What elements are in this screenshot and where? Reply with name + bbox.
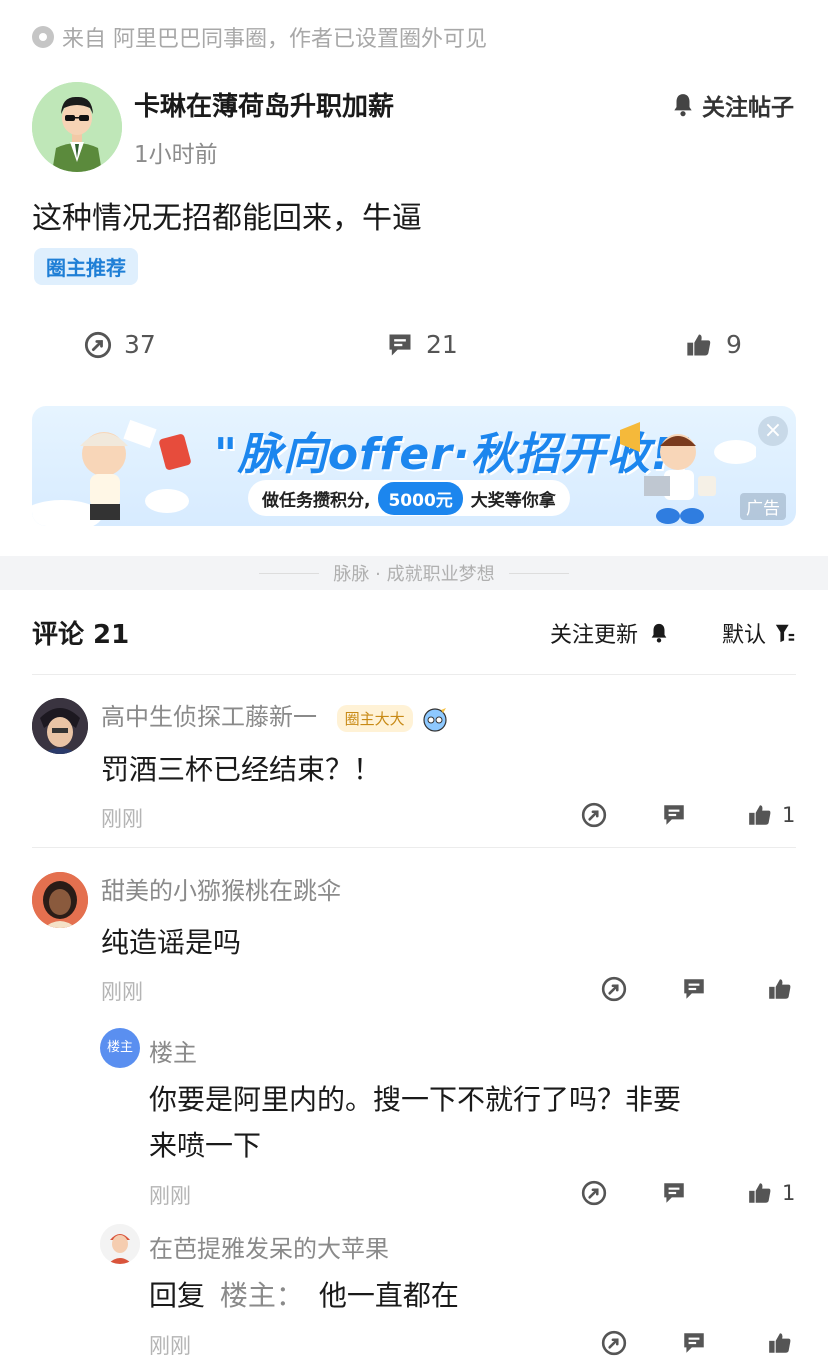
ad-close-button[interactable]: × [758, 416, 788, 446]
ad-subtitle-prefix: 做任务攒积分, [262, 490, 371, 511]
reply-prefix: 回复 [149, 1279, 206, 1312]
like-stat[interactable]: 9 [684, 330, 742, 359]
filter-icon [775, 624, 795, 643]
ad-boy-illustration [620, 422, 756, 524]
thumbs-up-icon[interactable] [766, 976, 794, 1002]
reply-text-line1: 你要是阿里内的。搜一下不就行了吗？非要 [149, 1083, 682, 1116]
comment-time: 刚刚 [101, 980, 143, 1004]
reply-text: 回复 楼主： 他一直都在 [149, 1274, 459, 1314]
reply-time: 刚刚 [149, 1334, 191, 1358]
sort-dropdown[interactable]: 默认 [722, 617, 796, 649]
comment-text: 罚酒三杯已经结束？！ [101, 753, 382, 786]
cartoon-badge-icon [423, 705, 447, 732]
comment-author[interactable]: 高中生侦探工藤新一 圈主大大 [101, 697, 450, 733]
ad-label: 广告 [740, 493, 786, 520]
comment-author-name: 高中生侦探工藤新一 [101, 703, 317, 731]
circle-source-icon [32, 26, 54, 48]
comment-icon[interactable] [661, 802, 687, 828]
comment-count: 21 [426, 330, 458, 359]
share-count: 37 [124, 330, 156, 359]
share-stat[interactable]: 37 [84, 330, 156, 359]
reply-text-line2: 来喷一下 [149, 1129, 262, 1162]
owner-avatar[interactable]: 楼主 [100, 1028, 140, 1068]
reply-author-name[interactable]: 在芭提雅发呆的大苹果 [149, 1229, 389, 1264]
reply-to-user[interactable]: 楼主： [220, 1279, 304, 1312]
comment-divider [32, 847, 796, 848]
thumbs-up-icon [687, 334, 711, 355]
reply-avatar[interactable] [100, 1224, 140, 1264]
comment-avatar[interactable] [32, 872, 88, 928]
comments-title: 评论 21 [32, 620, 130, 650]
source-text: 来自 阿里巴巴同事圈，作者已设置圈外可见 [62, 27, 487, 52]
reply-author-name[interactable]: 楼主 [149, 1033, 197, 1068]
source-line: 来自 阿里巴巴同事圈，作者已设置圈外可见 [32, 22, 487, 52]
author-avatar[interactable] [32, 82, 122, 172]
sort-label: 默认 [722, 623, 767, 648]
bell-icon [651, 623, 667, 643]
comment-avatar[interactable] [32, 698, 88, 754]
ad-subtitle-money: 5000元 [378, 481, 463, 515]
ad-girl-illustration [32, 419, 191, 526]
divider-line-left [259, 572, 320, 574]
share-icon[interactable] [601, 976, 627, 1002]
follow-post-label: 关注帖子 [702, 95, 794, 121]
ad-subtitle-suffix: 大奖等你拿 [470, 490, 556, 511]
slogan-divider: 脉脉 · 成就职业梦想 [0, 556, 828, 590]
slogan-text: 脉脉 · 成就职业梦想 [333, 564, 495, 585]
like-button[interactable]: 1 [746, 802, 795, 828]
comment-text: 纯造谣是吗 [101, 926, 242, 959]
comment-stat[interactable]: 21 [386, 330, 458, 359]
ad-subtitle: 做任务攒积分, 5000元 大奖等你拿 [248, 480, 570, 516]
share-icon[interactable] [601, 1330, 627, 1356]
bell-icon [674, 94, 692, 117]
post-time: 1小时前 [134, 142, 218, 168]
follow-updates-button[interactable]: 关注更新 [550, 617, 670, 649]
like-count: 1 [782, 803, 796, 827]
author-name[interactable]: 卡琳在薄荷岛升职加薪 [134, 86, 394, 123]
thumbs-up-icon [749, 1183, 771, 1203]
thumbs-up-icon[interactable] [766, 1330, 794, 1356]
thumbs-up-icon [749, 805, 771, 825]
share-icon [84, 331, 112, 358]
share-icon[interactable] [581, 1180, 607, 1206]
share-icon[interactable] [581, 802, 607, 828]
owner-recommend-tag[interactable]: 圈主推荐 [34, 248, 138, 285]
comment-icon [389, 334, 411, 355]
divider-line-right [508, 572, 569, 574]
comment-icon[interactable] [681, 976, 707, 1002]
comment-time: 刚刚 [101, 807, 143, 831]
comment-icon[interactable] [661, 1180, 687, 1206]
like-count: 1 [782, 1181, 796, 1205]
comment-icon[interactable] [681, 1330, 707, 1356]
like-button[interactable]: 1 [746, 1180, 795, 1206]
comment-author-name[interactable]: 甜美的小猕猴桃在跳伞 [101, 871, 341, 906]
header-divider [32, 674, 796, 675]
follow-post-button[interactable]: 关注帖子 [670, 88, 794, 122]
follow-updates-label: 关注更新 [550, 623, 639, 648]
like-count: 9 [726, 330, 742, 359]
post-content: 这种情况无招都能回来，牛逼 [32, 201, 422, 236]
reply-time: 刚刚 [149, 1184, 191, 1208]
ad-banner[interactable]: "脉向offer·秋招开收!! 做任务攒积分, 5000元 大奖等你拿 × 广告 [32, 406, 796, 526]
owner-badge: 圈主大大 [336, 704, 413, 732]
reply-content: 他一直都在 [318, 1279, 459, 1312]
